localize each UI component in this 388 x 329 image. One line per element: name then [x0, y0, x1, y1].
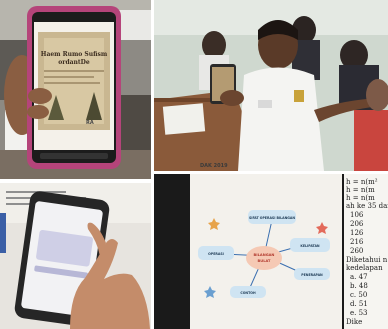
svg-text:a. 47: a. 47 — [350, 273, 368, 281]
classroom-photo: DAK 2019 — [154, 0, 388, 171]
svg-text:106: 106 — [350, 211, 364, 219]
card-title-line1: Haem Rumo Sufism — [41, 51, 108, 58]
school-badge-icon — [294, 90, 304, 102]
photo-panel-student-classroom: DAK 2019 — [154, 0, 388, 171]
mindmap-center — [246, 246, 282, 270]
photo-panel-phone-card: Haem Rumo Sufism ordantDe RA — [0, 0, 151, 179]
svg-text:Diketahui n: Diketahui n — [346, 256, 388, 264]
svg-text:Dike: Dike — [346, 318, 362, 326]
school-uniform — [238, 67, 324, 171]
mindmap-center-line1: BILANGAN — [254, 253, 275, 257]
svg-text:KELIPATAN: KELIPATAN — [300, 244, 320, 248]
mindmap-photo: BILANGAN BULAT SIFAT OPERASI BILANGAN OP… — [154, 174, 388, 329]
svg-text:d. 51: d. 51 — [350, 300, 368, 308]
photo-collage: Haem Rumo Sufism ordantDe RA DAK 2019 BI… — [0, 0, 388, 329]
hand-tap-photo — [0, 183, 151, 329]
svg-text:216: 216 — [350, 238, 364, 246]
svg-text:kedelapan: kedelapan — [346, 264, 383, 272]
svg-text:OPERASI: OPERASI — [208, 252, 224, 256]
photo-panel-hand-tap — [0, 183, 151, 329]
desk-text: DAK 2019 — [200, 163, 228, 169]
card-title-line2: ordantDe — [58, 59, 90, 66]
phone-card-photo: Haem Rumo Sufism ordantDe RA — [0, 0, 151, 179]
svg-text:SIFAT OPERASI BILANGAN: SIFAT OPERASI BILANGAN — [249, 216, 295, 220]
mindmap-center-line2: BULAT — [258, 259, 271, 263]
svg-text:c. 50: c. 50 — [350, 291, 367, 299]
svg-text:h = n(m: h = n(m — [346, 194, 375, 202]
svg-text:PENERAPAN: PENERAPAN — [301, 273, 323, 277]
svg-text:e. 53: e. 53 — [350, 309, 368, 317]
photo-panel-mindmap: BILANGAN BULAT SIFAT OPERASI BILANGAN OP… — [154, 174, 388, 329]
svg-text:CONTOH: CONTOH — [240, 291, 256, 295]
svg-text:260: 260 — [350, 247, 363, 255]
svg-text:126: 126 — [350, 229, 364, 237]
svg-text:h = n(m²: h = n(m² — [346, 178, 378, 186]
svg-text:206: 206 — [350, 220, 364, 228]
svg-text:h = n(m: h = n(m — [346, 186, 375, 194]
svg-text:ah ke 35 dar: ah ke 35 dar — [346, 202, 388, 210]
card-watermark: RA — [86, 120, 94, 126]
svg-text:b. 48: b. 48 — [350, 282, 368, 290]
